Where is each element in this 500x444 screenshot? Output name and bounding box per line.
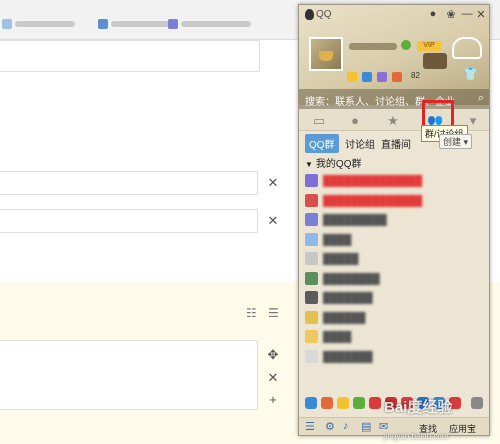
group-avatar-icon [305,291,318,304]
group-item[interactable]: ██████████████ [305,193,483,209]
move-icon[interactable]: ✥ [266,347,280,363]
group-item[interactable]: ██████ [305,310,483,326]
settings-icon[interactable]: ⚙ [325,420,335,433]
weather-icon[interactable]: ❀ [445,8,457,21]
app-shortcut-icon[interactable] [337,397,349,409]
browser-tab[interactable] [98,18,171,32]
group-item[interactable]: ████████ [305,271,483,287]
group-item[interactable]: ████ [305,329,483,345]
group-avatar-icon [305,174,318,187]
group-item[interactable]: ███████ [305,349,483,365]
tab-qq-groups[interactable]: QQ群 [305,134,339,153]
app-shortcut-icon[interactable] [369,397,381,409]
watermark-logo: Bai度经验 [384,399,453,416]
group-name: ████ [323,234,352,246]
tab-favicon-icon [98,19,108,30]
mail-icon[interactable] [377,72,387,83]
plugin-toolbar [347,71,407,83]
group-avatar-icon [305,349,318,363]
tab-live-rooms[interactable]: 直播间 [377,134,415,153]
text-field[interactable] [0,209,258,233]
group-avatar-icon [305,252,318,265]
file-icon[interactable]: ▤ [361,420,371,433]
app-store-button[interactable]: 应用宝 [449,422,476,435]
expand-arrow-icon: ▼ [305,160,313,169]
create-button[interactable]: 创建 ▾ [439,134,473,149]
main-menu-icon[interactable]: ☰ [305,420,315,433]
browser-tab[interactable] [2,18,75,32]
close-icon[interactable]: ✕ [266,370,280,386]
numbered-list-icon[interactable]: ☷ [246,306,257,320]
tab-favicon-icon [2,19,12,30]
group-item[interactable]: █████████ [305,212,483,228]
tab-favicon-icon [168,19,178,30]
browser-tab[interactable] [168,18,251,32]
add-icon[interactable]: + [266,392,280,407]
bullet-list-icon[interactable]: ☰ [268,306,279,320]
tab-messages-icon[interactable]: ▭ [311,113,327,129]
group-name: █████████ [323,215,387,226]
search-input[interactable]: 搜索：联系人、讨论组、群、企业 ⌕ [299,89,489,109]
textarea[interactable] [0,340,258,410]
star-icon[interactable] [347,72,357,83]
group-name: ███████ [323,293,373,304]
tab-contacts-icon[interactable]: ● [347,113,363,128]
group-avatar-icon [305,310,318,324]
search-icon[interactable]: ⌕ [478,92,484,105]
watermark-url: jingyan.baidu.com [384,432,449,441]
app-shortcut-icon[interactable] [305,397,317,409]
group-avatar-icon [305,193,318,207]
qq-title: QQ [305,9,332,20]
qq-logo-icon [305,9,314,20]
group-item[interactable]: █████ [305,251,483,267]
group-name: ██████████████ [323,195,423,207]
group-avatar-icon [305,232,318,246]
app-shortcut-icon[interactable] [353,397,365,409]
text-field[interactable] [0,171,258,195]
text-field[interactable] [0,40,260,72]
tab-favorites-icon[interactable]: ★ [385,113,401,129]
avatar[interactable] [309,37,343,71]
group-name: █████ [323,254,359,265]
cloud-icon[interactable] [452,37,482,59]
online-status-icon[interactable] [401,40,411,50]
nickname[interactable] [349,43,397,50]
skin-icon[interactable]: ● [427,8,439,20]
vip-badge[interactable]: VIP [417,41,441,51]
tab-discussion-groups[interactable]: 讨论组 [341,134,379,153]
group-avatar-icon [305,330,318,343]
group-item[interactable]: ██████████████ [305,173,483,189]
dress-up-icon[interactable]: 👕 [463,67,478,81]
group-name: ████ [323,332,352,343]
close-icon[interactable]: ✕ [266,175,280,191]
highlight-box [422,100,454,128]
qq-main-panel: QQ ● ❀ — ✕ VIP 👕 82 搜索：联系人、讨论组、群、企业 ⌕ ▭ … [298,4,490,436]
group-item[interactable]: ████ [305,232,483,248]
video-icon [423,53,447,69]
group-avatar-icon [305,271,318,285]
group-name: ████████ [323,273,380,285]
group-name: ███████ [323,351,373,363]
close-icon[interactable]: ✕ [266,213,280,229]
grid-menu-icon[interactable] [471,397,483,409]
minimize-icon[interactable]: — [461,8,473,20]
unread-count: 82 [411,71,420,80]
close-icon[interactable]: ✕ [475,8,487,21]
group-name: ██████████████ [323,176,423,187]
weibo-icon[interactable] [392,72,402,83]
group-list-header[interactable]: ▼ 我的QQ群 [305,155,361,170]
app-shortcut-icon[interactable] [321,397,333,409]
group-name: ██████ [323,312,366,324]
group-avatar-icon [305,213,318,226]
volume-icon[interactable]: ♪ [343,420,349,432]
group-item[interactable]: ███████ [305,290,483,306]
qzone-icon[interactable] [362,72,372,83]
